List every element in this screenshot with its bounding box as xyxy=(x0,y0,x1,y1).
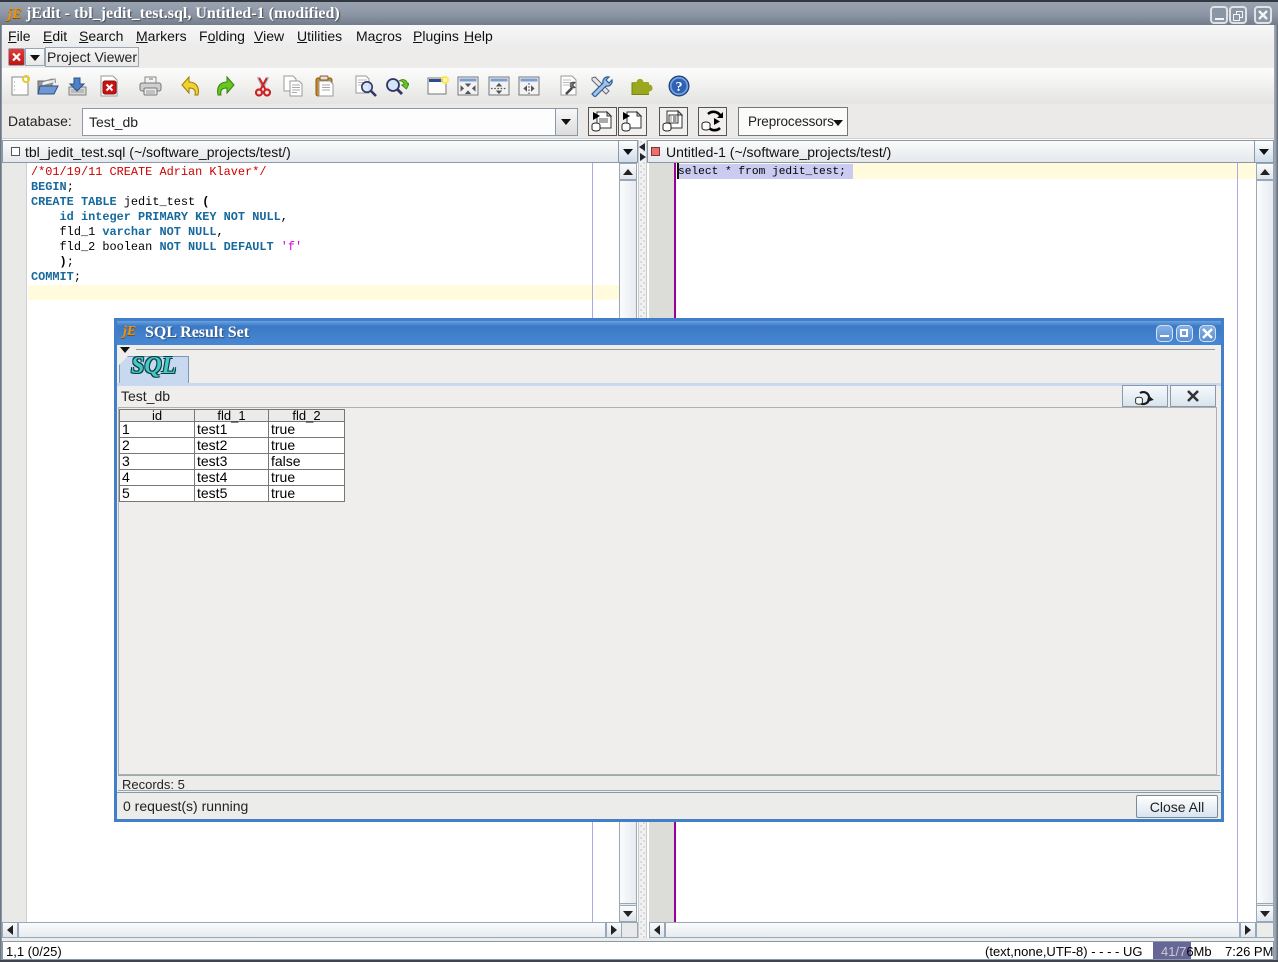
svg-text:?: ? xyxy=(676,80,683,95)
